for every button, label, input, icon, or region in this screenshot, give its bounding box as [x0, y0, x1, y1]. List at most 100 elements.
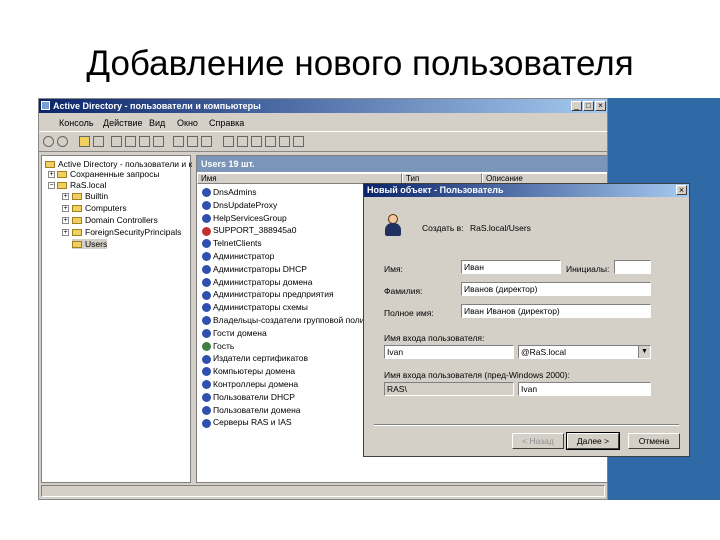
initials-label: Инициалы:: [566, 264, 610, 274]
find-icon[interactable]: [279, 136, 290, 147]
filter-icon[interactable]: [265, 136, 276, 147]
list-item[interactable]: Администраторы домена: [202, 277, 312, 287]
properties-icon[interactable]: [139, 136, 150, 147]
folder-icon: [57, 171, 67, 179]
last-name-label: Фамилия:: [384, 286, 423, 296]
up-icon[interactable]: [79, 136, 90, 147]
list-item[interactable]: Владельцы-создатели групповой полит: [202, 315, 368, 326]
group-icon: [202, 201, 211, 211]
list-item[interactable]: HelpServicesGroup: [202, 213, 287, 223]
new-ou-icon[interactable]: [251, 136, 262, 147]
snapin-icon: [45, 161, 55, 169]
list-item[interactable]: Гости домена: [202, 328, 267, 339]
list-item-name: Администратор: [213, 251, 275, 261]
refresh-icon[interactable]: [153, 136, 164, 147]
list-item-name: Издатели сертификатов: [213, 353, 309, 364]
help-icon[interactable]: [187, 136, 198, 147]
list-item[interactable]: Гость: [202, 341, 234, 351]
list-item[interactable]: SUPPORT_388945a0: [202, 225, 297, 236]
logon-name-field[interactable]: Ivan: [384, 345, 514, 359]
list-item[interactable]: DnsUpdateProxy: [202, 200, 277, 211]
first-name-field[interactable]: Иван: [461, 260, 561, 274]
maximize-button[interactable]: □: [583, 101, 594, 111]
tree-item-domain[interactable]: RaS.local: [57, 180, 106, 190]
expand-icon[interactable]: +: [62, 193, 69, 200]
tree-item-domain-controllers[interactable]: Domain Controllers: [72, 215, 158, 225]
back-button[interactable]: < Назад: [512, 433, 564, 449]
menu-action[interactable]: Действие: [103, 118, 143, 128]
list-item[interactable]: Издатели сертификатов: [202, 353, 309, 364]
menu-console[interactable]: Консоль: [59, 118, 94, 128]
domain-suffix-select[interactable]: @RaS.local ▼: [518, 345, 651, 359]
window-titlebar: Active Directory - пользователи и компью…: [39, 99, 607, 113]
list-item-name: Пользователи DHCP: [213, 391, 295, 402]
new-user-dialog: Новый объект - Пользователь × Создать в:…: [363, 183, 690, 457]
tree-item-users[interactable]: Users: [72, 239, 108, 249]
console-icon[interactable]: [201, 136, 212, 147]
export-icon[interactable]: [173, 136, 184, 147]
menu-help[interactable]: Справка: [209, 118, 244, 128]
cancel-button[interactable]: Отмена: [628, 433, 680, 449]
list-item[interactable]: Администраторы схемы: [202, 302, 308, 313]
list-item-name: Компьютеры домена: [213, 366, 296, 377]
list-item[interactable]: Контроллеры домена: [202, 379, 298, 390]
domain-suffix-value: @RaS.local: [521, 347, 567, 357]
back-icon[interactable]: [43, 136, 54, 147]
next-button[interactable]: Далее >: [566, 432, 620, 450]
group-icon: [202, 380, 211, 390]
list-item[interactable]: Компьютеры домена: [202, 366, 296, 377]
create-in-label: Создать в:: [422, 223, 464, 233]
list-item[interactable]: Пользователи DHCP: [202, 391, 295, 403]
list-item-name: HelpServicesGroup: [213, 212, 287, 223]
app-icon: [41, 101, 50, 110]
group-icon: [202, 367, 211, 377]
new-group-icon[interactable]: [237, 136, 248, 147]
close-button[interactable]: ×: [595, 101, 606, 111]
slide-title: Добавление нового пользователя: [86, 44, 634, 83]
list-item[interactable]: Администратор: [202, 251, 275, 262]
user-avatar-icon: [384, 214, 402, 236]
chevron-down-icon[interactable]: ▼: [638, 346, 650, 358]
list-item[interactable]: Серверы RAS и IAS: [202, 417, 292, 428]
list-item-name: TelnetClients: [213, 238, 262, 249]
list-item-name: SUPPORT_388945a0: [213, 225, 297, 236]
tree-item-fsp[interactable]: ForeignSecurityPrincipals: [72, 227, 181, 237]
list-item[interactable]: Пользователи домена: [202, 405, 301, 415]
list-item[interactable]: TelnetClients: [202, 238, 262, 249]
tree-root[interactable]: Active Directory - пользователи и к: [45, 159, 192, 169]
new-user-icon[interactable]: [223, 136, 234, 147]
add-to-group-icon[interactable]: [293, 136, 304, 147]
window-title: Active Directory - пользователи и компью…: [53, 101, 261, 111]
expand-icon[interactable]: +: [62, 205, 69, 212]
collapse-icon[interactable]: −: [48, 182, 55, 189]
prewin2000-label: Имя входа пользователя (пред-Windows 200…: [384, 370, 570, 380]
list-item[interactable]: DnsAdmins: [202, 187, 256, 198]
folder-icon: [72, 205, 82, 213]
first-name-label: Имя:: [384, 264, 403, 274]
list-item-name: Администраторы DHCP: [213, 263, 307, 274]
details-header: Users 19 шт.: [197, 156, 607, 172]
last-name-field[interactable]: Иванов (директор): [461, 282, 651, 296]
tree-item-saved-queries[interactable]: Сохраненные запросы: [57, 169, 160, 179]
list-item-name: Серверы RAS и IAS: [213, 417, 292, 428]
list-item[interactable]: Администраторы DHCP: [202, 263, 307, 275]
initials-field[interactable]: [614, 260, 651, 274]
list-item[interactable]: Администраторы предприятия: [202, 289, 334, 300]
menu-window[interactable]: Окно: [177, 118, 198, 128]
minimize-button[interactable]: _: [571, 101, 582, 111]
forward-icon[interactable]: [57, 136, 68, 147]
delete-icon[interactable]: [125, 136, 136, 147]
group-icon: [202, 265, 211, 275]
prewin2000-name-field[interactable]: Ivan: [518, 382, 651, 396]
expand-icon[interactable]: +: [48, 171, 55, 178]
toolbar: [39, 133, 607, 152]
cut-icon[interactable]: [111, 136, 122, 147]
expand-icon[interactable]: +: [62, 229, 69, 236]
show-tree-icon[interactable]: [93, 136, 104, 147]
menu-view[interactable]: Вид: [149, 118, 165, 128]
dialog-close-icon[interactable]: ×: [676, 185, 687, 195]
full-name-field[interactable]: Иван Иванов (директор): [461, 304, 651, 318]
expand-icon[interactable]: +: [62, 217, 69, 224]
tree-item-computers[interactable]: Computers: [72, 203, 127, 213]
tree-item-builtin[interactable]: Builtin: [72, 191, 108, 201]
